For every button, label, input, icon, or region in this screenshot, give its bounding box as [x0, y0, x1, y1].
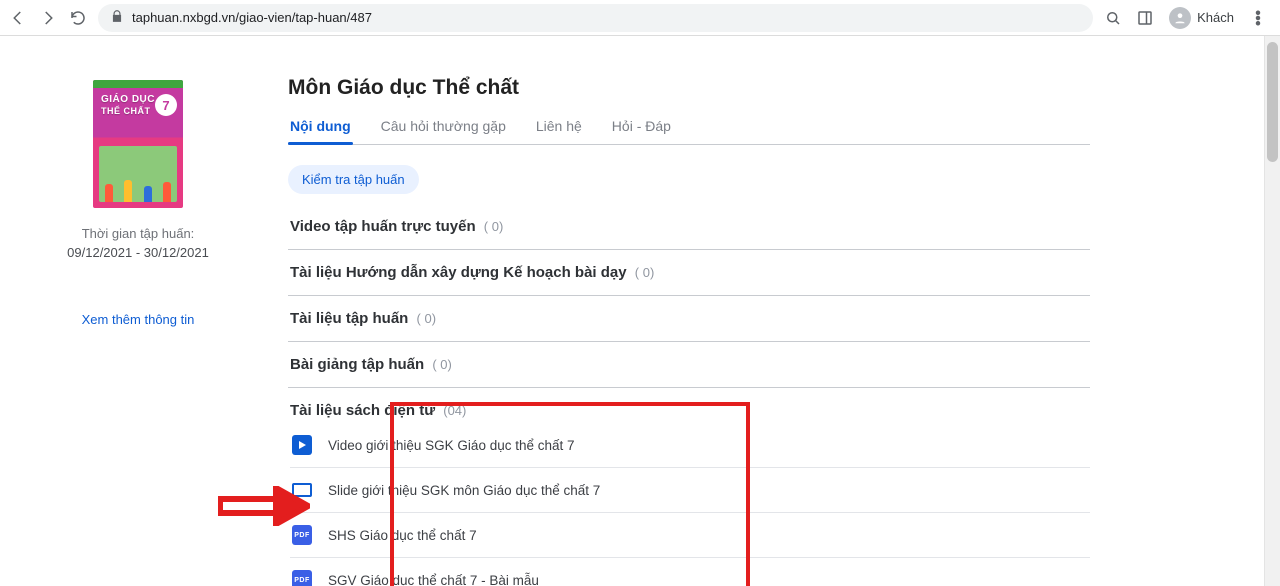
slide-icon [292, 480, 312, 500]
ebook-item[interactable]: Video giới thiệu SGK Giáo dục thể chất 7 [290, 423, 1090, 468]
profile-label: Khách [1197, 10, 1234, 25]
search-page-icon[interactable] [1099, 4, 1127, 32]
section-title-text: Bài giảng tập huấn [290, 356, 424, 373]
video-icon [292, 435, 312, 455]
section-title-text: Video tập huấn trực tuyến [290, 218, 476, 235]
section-training-doc[interactable]: Tài liệu tập huấn ( 0) [288, 296, 1090, 342]
ebook-item-label: SGV Giáo dục thể chất 7 - Bài mẫu [328, 573, 539, 586]
ebook-item-label: SHS Giáo dục thể chất 7 [328, 528, 477, 543]
lock-icon [110, 9, 124, 26]
tab-qa[interactable]: Hỏi - Đáp [610, 118, 673, 144]
kebab-menu-icon[interactable] [1244, 4, 1272, 32]
side-panel-icon[interactable] [1131, 4, 1159, 32]
scrollbar-thumb[interactable] [1267, 42, 1278, 162]
section-count: ( 0) [635, 265, 655, 280]
training-period-value: 09/12/2021 - 30/12/2021 [67, 245, 209, 260]
tab-content[interactable]: Nội dung [288, 118, 353, 144]
vertical-scrollbar[interactable] [1264, 36, 1280, 586]
page-title: Môn Giáo dục Thể chất [288, 76, 1090, 100]
book-cover: GIÁO DỤC THỂ CHẤT 7 [93, 80, 183, 208]
sidebar: GIÁO DỤC THỂ CHẤT 7 Thời gian tập huấn: … [0, 54, 240, 586]
pdf-icon: PDF [292, 570, 312, 586]
pdf-icon: PDF [292, 525, 312, 545]
address-url: taphuan.nxbgd.vn/giao-vien/tap-huan/487 [132, 10, 372, 25]
cover-title-line2: THỂ CHẤT [101, 106, 151, 116]
more-info-link[interactable]: Xem thêm thông tin [82, 312, 195, 327]
main-content: Môn Giáo dục Thể chất Nội dung Câu hỏi t… [288, 54, 1090, 586]
section-lesson-plan[interactable]: Tài liệu Hướng dẫn xây dựng Kế hoạch bài… [288, 250, 1090, 296]
section-count: ( 0) [432, 357, 452, 372]
section-title-text: Tài liệu tập huấn [290, 310, 408, 327]
address-bar[interactable]: taphuan.nxbgd.vn/giao-vien/tap-huan/487 [98, 4, 1093, 32]
browser-nav [4, 4, 92, 32]
profile-button[interactable]: Khách [1163, 7, 1240, 29]
section-count: (04) [443, 403, 466, 418]
page-viewport: GIÁO DỤC THỂ CHẤT 7 Thời gian tập huấn: … [0, 36, 1280, 586]
browser-right-controls: Khách [1099, 4, 1272, 32]
avatar-icon [1169, 7, 1191, 29]
tab-contact[interactable]: Liên hệ [534, 118, 584, 144]
ebook-item-label: Video giới thiệu SGK Giáo dục thể chất 7 [328, 438, 575, 453]
back-button[interactable] [4, 4, 32, 32]
forward-button[interactable] [34, 4, 62, 32]
section-lecture[interactable]: Bài giảng tập huấn ( 0) [288, 342, 1090, 388]
ebook-item-label: Slide giới thiệu SGK môn Giáo dục thể ch… [328, 483, 600, 498]
section-video-online[interactable]: Video tập huấn trực tuyến ( 0) [288, 204, 1090, 250]
cover-title-line1: GIÁO DỤC [101, 94, 155, 105]
ebook-item[interactable]: PDF SGV Giáo dục thể chất 7 - Bài mẫu [290, 558, 1090, 586]
tab-faq[interactable]: Câu hỏi thường gặp [379, 118, 508, 144]
section-title-text: Tài liệu sách điện tử [290, 402, 435, 419]
take-test-button[interactable]: Kiểm tra tập huấn [288, 165, 419, 194]
ebook-item[interactable]: PDF SHS Giáo dục thể chất 7 [290, 513, 1090, 558]
training-period-label: Thời gian tập huấn: [82, 226, 195, 241]
section-count: ( 0) [484, 219, 504, 234]
cover-grade-badge: 7 [155, 94, 177, 116]
section-ebook: Tài liệu sách điện tử (04) Video giới th… [288, 388, 1090, 586]
tab-bar: Nội dung Câu hỏi thường gặp Liên hệ Hỏi … [288, 118, 1090, 145]
ebook-item[interactable]: Slide giới thiệu SGK môn Giáo dục thể ch… [290, 468, 1090, 513]
browser-toolbar: taphuan.nxbgd.vn/giao-vien/tap-huan/487 … [0, 0, 1280, 36]
section-count: ( 0) [417, 311, 437, 326]
section-title-text: Tài liệu Hướng dẫn xây dựng Kế hoạch bài… [290, 264, 627, 281]
reload-button[interactable] [64, 4, 92, 32]
ebook-list: Video giới thiệu SGK Giáo dục thể chất 7… [290, 423, 1090, 586]
